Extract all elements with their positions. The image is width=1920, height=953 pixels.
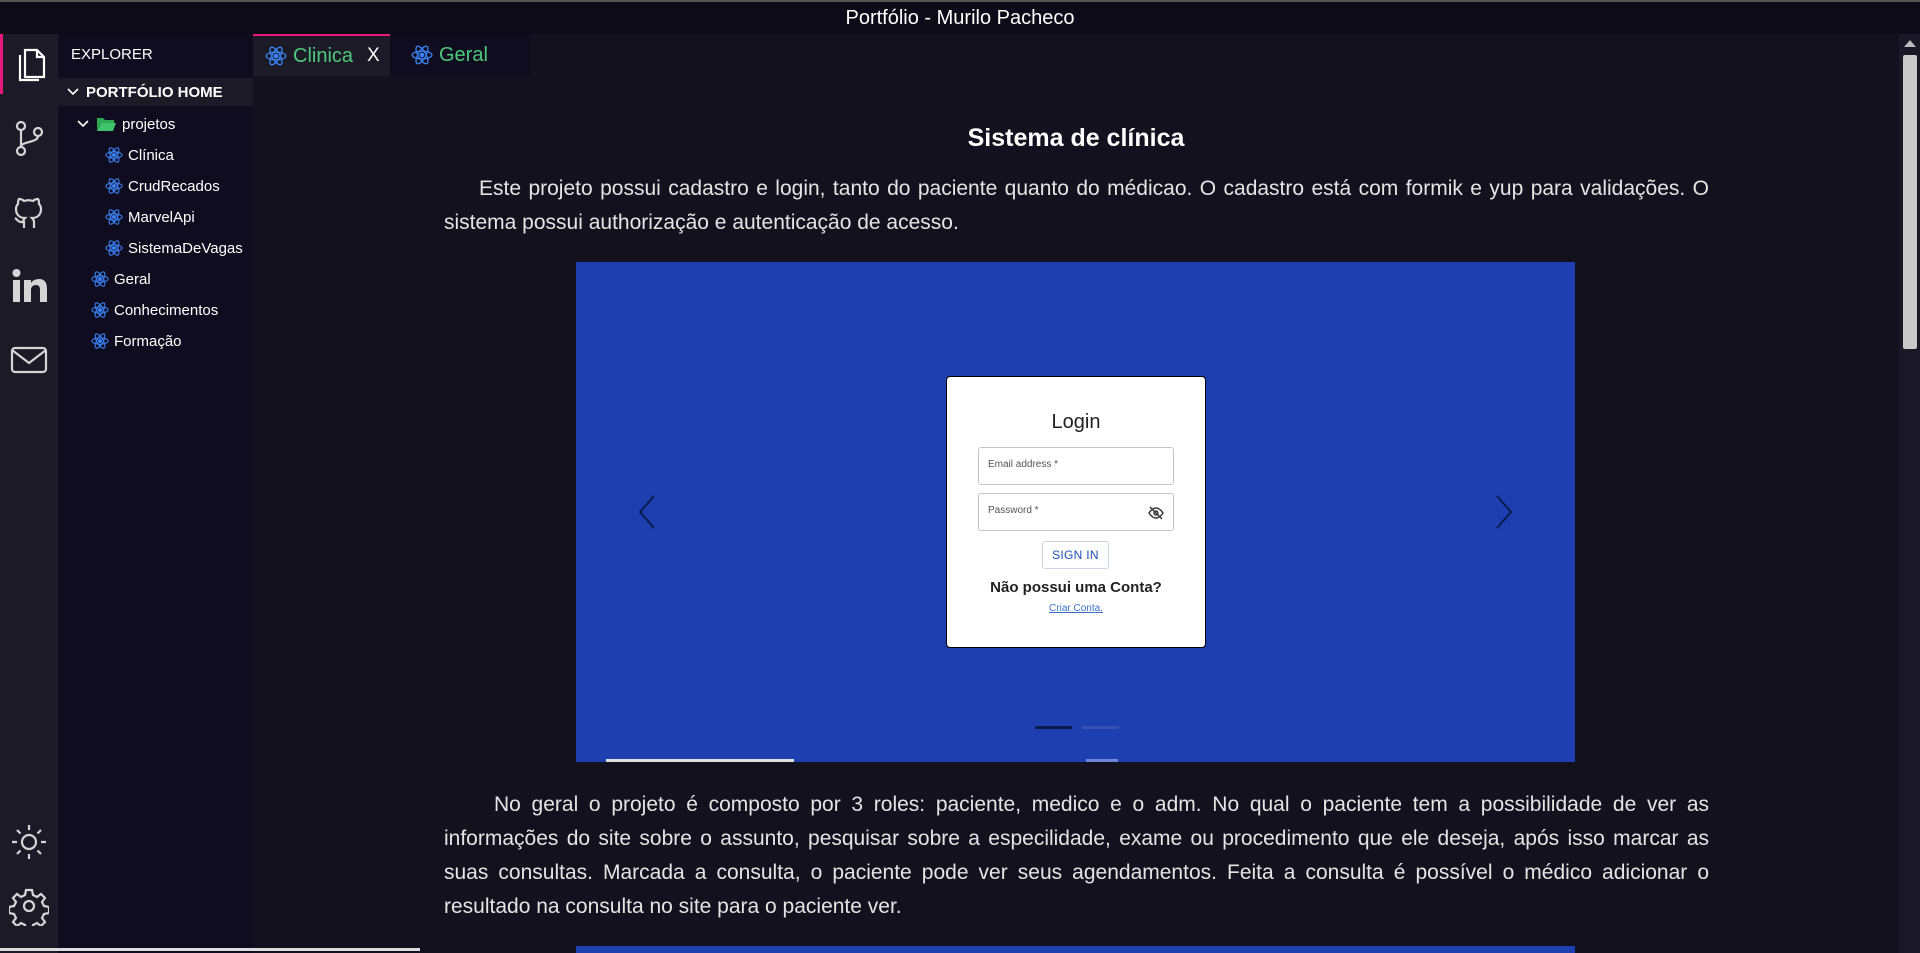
scrollbar-thumb[interactable]	[1903, 55, 1917, 349]
tree-item-clinica[interactable]: Clínica	[58, 141, 253, 169]
description-paragraph: Este projeto possui cadastro e login, ta…	[444, 177, 1709, 234]
tree-item-marvelapi[interactable]: MarvelApi	[58, 203, 253, 231]
folder-open-icon	[97, 118, 116, 131]
tree-folder-projetos[interactable]: projetos	[58, 110, 253, 138]
login-screenshot-card: Login Email address * Password * SIGN IN…	[946, 376, 1206, 648]
carousel-indicator[interactable]	[1082, 726, 1119, 729]
tab-close-button[interactable]: X	[367, 45, 380, 67]
source-control-icon[interactable]	[0, 108, 58, 168]
react-icon	[91, 333, 109, 349]
horizontal-scroll-indicator	[0, 948, 420, 951]
react-icon	[91, 271, 109, 287]
tree-item-conhecimentos[interactable]: Conhecimentos	[58, 296, 253, 324]
tree-item-label: Geral	[114, 270, 151, 288]
tree-root-portfolio[interactable]: PORTFÓLIO HOME	[58, 78, 253, 106]
react-icon	[105, 178, 123, 194]
eye-off-icon	[1148, 506, 1164, 520]
react-icon	[265, 46, 287, 66]
tree-item-label: Clínica	[128, 146, 174, 164]
tab-clinica[interactable]: Clinica X	[253, 34, 390, 76]
tree-item-label: SistemaDeVagas	[128, 239, 243, 257]
react-icon	[105, 147, 123, 163]
create-account-link: Criar Conta.	[1049, 603, 1103, 614]
page-title: Sistema de clínica	[967, 124, 1185, 152]
settings-gear-icon[interactable]	[0, 876, 58, 936]
tab-label: Geral	[439, 43, 488, 66]
roles-paragraph: No geral o projeto é composto por 3 role…	[444, 793, 1709, 918]
no-account-text: Não possui uma Conta?	[990, 579, 1162, 596]
scroll-up-arrow-icon[interactable]	[1904, 40, 1916, 47]
explorer-sidebar: EXPLORER PORTFÓLIO HOME projetos Clínica…	[58, 34, 253, 953]
editor-tab-bar: Clinica X Geral	[253, 34, 1920, 76]
tree-item-crudrecados[interactable]: CrudRecados	[58, 172, 253, 200]
login-title: Login	[1051, 411, 1101, 433]
window-titlebar: Portfólio - Murilo Pacheco	[0, 0, 1920, 34]
theme-sun-icon[interactable]	[0, 812, 58, 872]
password-field: Password *	[978, 493, 1174, 531]
tree-item-label: Conhecimentos	[114, 301, 219, 319]
image-carousel: Login Email address * Password * SIGN IN…	[576, 262, 1575, 762]
react-icon	[105, 209, 123, 225]
second-carousel-top	[576, 946, 1575, 953]
carousel-prev-arrow-icon[interactable]	[634, 492, 664, 532]
carousel-next-arrow-icon[interactable]	[1487, 492, 1517, 532]
tree-root-label: PORTFÓLIO HOME	[86, 83, 223, 101]
linkedin-icon[interactable]	[0, 256, 58, 316]
react-icon	[411, 45, 433, 65]
github-icon[interactable]	[0, 182, 58, 242]
react-icon	[91, 302, 109, 318]
tree-item-sistemadevagas[interactable]: SistemaDeVagas	[58, 234, 253, 262]
carousel-progress-bar	[606, 759, 794, 762]
window-title: Portfólio - Murilo Pacheco	[845, 6, 1075, 29]
files-icon[interactable]	[0, 34, 58, 94]
tree-item-geral[interactable]: Geral	[58, 265, 253, 293]
editor-content: Sistema de clínica Este projeto possui c…	[253, 76, 1899, 953]
mail-icon[interactable]	[0, 330, 58, 390]
tree-folder-label: projetos	[122, 115, 176, 133]
password-label: Password *	[988, 505, 1039, 516]
tab-geral[interactable]: Geral	[390, 34, 530, 76]
carousel-indicator-active[interactable]	[1035, 726, 1072, 729]
signin-button: SIGN IN	[1042, 541, 1109, 569]
react-icon	[105, 240, 123, 256]
chevron-down-icon	[77, 120, 89, 128]
chevron-down-icon	[67, 88, 79, 96]
activity-bar	[0, 34, 58, 953]
email-label: Email address *	[988, 459, 1059, 470]
explorer-header: EXPLORER	[71, 46, 153, 63]
tree-item-label: CrudRecados	[128, 177, 220, 195]
tree-item-formacao[interactable]: Formação	[58, 327, 253, 355]
tree-item-label: MarvelApi	[128, 208, 195, 226]
carousel-progress-marker	[1086, 759, 1118, 762]
tree-item-label: Formação	[114, 332, 182, 350]
tab-label: Clinica	[293, 44, 354, 67]
email-field: Email address *	[978, 447, 1174, 485]
